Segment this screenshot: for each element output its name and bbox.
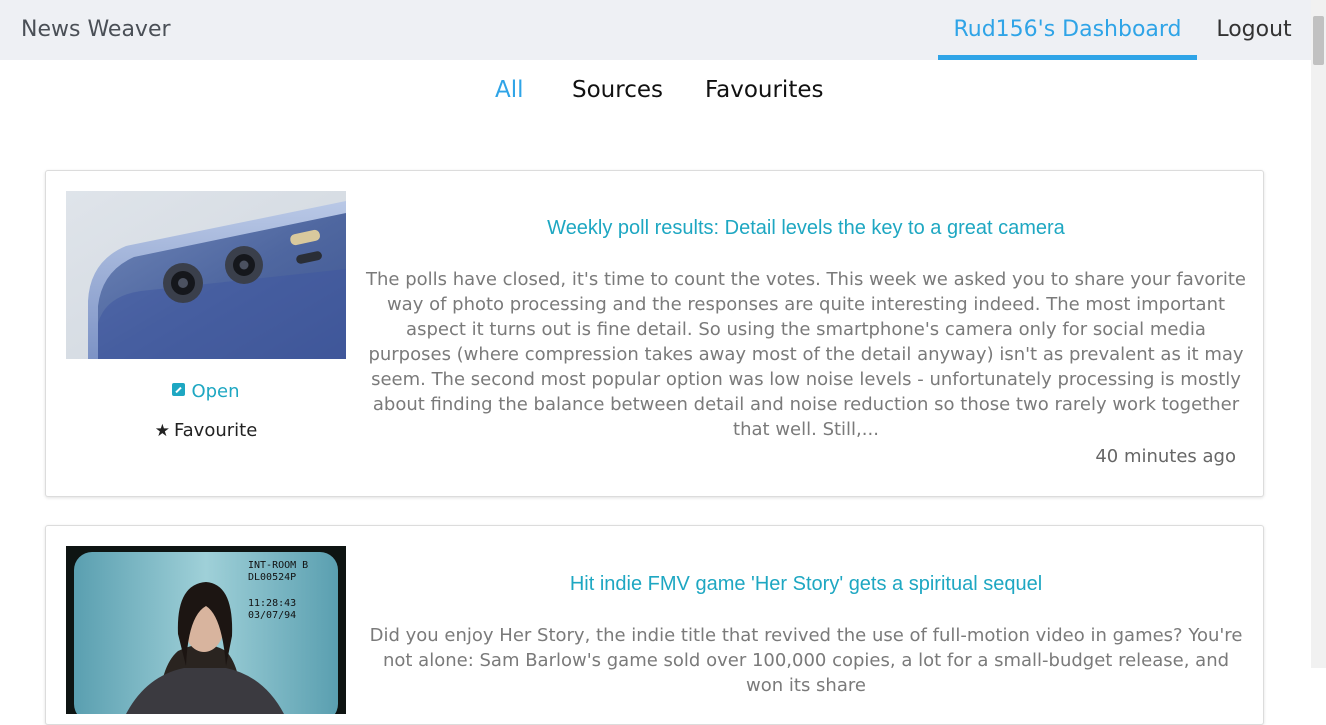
article-title[interactable]: Hit indie FMV game 'Her Story' gets a sp… (366, 573, 1246, 596)
favourite-label: Favourite (173, 420, 258, 441)
open-label: Open (191, 381, 240, 402)
overlay-line: INT-ROOM B (248, 560, 309, 571)
star-icon: ★ (154, 421, 170, 441)
article-card: INT-ROOM B DL00524P 11:28:43 03/07/94 Hi… (45, 525, 1264, 725)
favourite-button[interactable]: ★ Favourite (66, 420, 346, 441)
brand-title[interactable]: News Weaver (21, 0, 171, 60)
overlay-line: DL00524P (248, 572, 297, 583)
article-description: Did you enjoy Her Story, the indie title… (369, 625, 1243, 696)
article-title[interactable]: Weekly poll results: Detail levels the k… (366, 217, 1246, 240)
article-thumbnail (66, 191, 346, 359)
dashboard-link[interactable]: Rud156's Dashboard (938, 0, 1197, 60)
overlay-line: 03/07/94 (248, 610, 297, 621)
article-description: The polls have closed, it's time to coun… (366, 269, 1246, 440)
logout-link[interactable]: Logout (1197, 0, 1311, 60)
overlay-line: 11:28:43 (248, 598, 297, 609)
page-scrollbar[interactable] (1311, 0, 1326, 668)
article-timestamp: 40 minutes ago (1095, 446, 1236, 467)
article-thumbnail: INT-ROOM B DL00524P 11:28:43 03/07/94 (66, 546, 346, 714)
top-navbar: News Weaver Rud156's Dashboard Logout (0, 0, 1311, 60)
tab-favourites[interactable]: Favourites (705, 74, 823, 106)
article-card: Weekly poll results: Detail levels the k… (45, 170, 1264, 497)
scrollbar-thumb[interactable] (1313, 16, 1324, 65)
tab-all[interactable]: All (495, 74, 524, 106)
external-link-icon (172, 383, 186, 396)
thumbnail-overlay: INT-ROOM B DL00524P 11:28:43 03/07/94 (248, 560, 308, 622)
open-article-link[interactable]: Open (66, 381, 346, 402)
tab-sources[interactable]: Sources (572, 74, 663, 106)
